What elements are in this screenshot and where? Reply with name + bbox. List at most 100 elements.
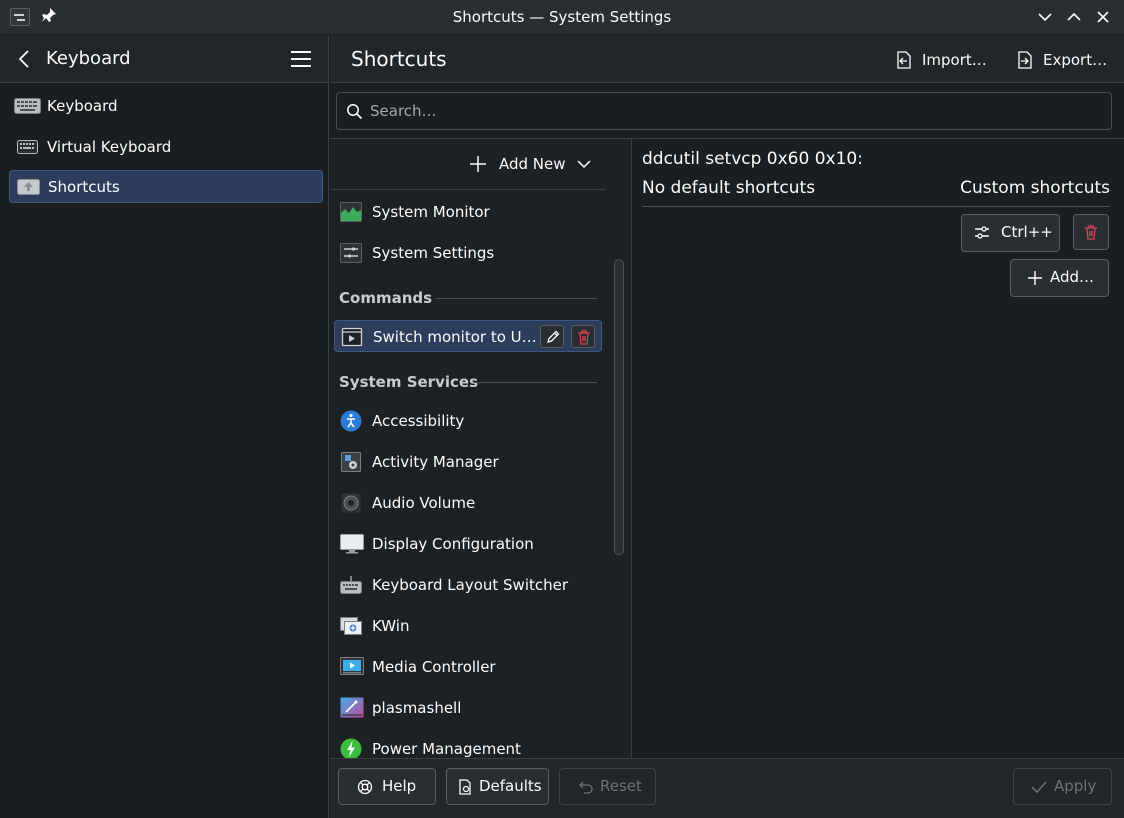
chevron-down-icon — [577, 160, 591, 169]
back-arrow-icon[interactable] — [14, 48, 36, 70]
section-header-commands: Commands — [339, 287, 597, 309]
apply-label: Apply — [1054, 777, 1097, 795]
list-item-label: KWin — [372, 617, 410, 635]
list-item-label: Switch monitor to U… — [373, 328, 537, 346]
plus-icon — [1028, 271, 1042, 285]
list-item-label: Media Controller — [372, 658, 496, 676]
reset-button[interactable]: Reset — [559, 768, 656, 805]
sidebar-title: Keyboard — [46, 48, 131, 69]
list-item-system-settings[interactable]: System Settings — [334, 237, 602, 269]
list-item-label: plasmashell — [372, 699, 462, 717]
plus-icon — [470, 156, 486, 172]
keyboard-layout-icon — [340, 574, 362, 596]
edit-command-button[interactable] — [540, 325, 564, 348]
sidebar: Keyboard Keyboard Virtual Keyboard Short… — [0, 35, 329, 818]
search-input[interactable] — [370, 93, 1090, 129]
media-controller-icon — [340, 656, 364, 678]
remove-shortcut-button[interactable] — [1073, 214, 1109, 250]
add-new-label: Add New — [499, 155, 566, 173]
list-item-label: Audio Volume — [372, 494, 476, 512]
shortcut-label: Ctrl++ — [1001, 223, 1053, 241]
sidebar-item-label: Shortcuts — [48, 178, 120, 196]
accessibility-icon — [340, 410, 362, 432]
undo-icon — [579, 781, 593, 794]
window-title: Shortcuts — System Settings — [452, 8, 672, 26]
section-title: Commands — [339, 289, 433, 307]
sidebar-item-shortcuts[interactable]: Shortcuts — [9, 170, 323, 203]
add-shortcut-button[interactable]: Add… — [1010, 259, 1109, 297]
list-item-accessibility[interactable]: Accessibility — [334, 405, 602, 437]
list-item-media-controller[interactable]: Media Controller — [334, 651, 602, 683]
details-divider — [642, 206, 1110, 207]
sidebar-item-virtual-keyboard[interactable]: Virtual Keyboard — [9, 131, 323, 164]
component-list[interactable]: System Monitor System Settings Commands … — [330, 190, 606, 758]
list-item-kwin[interactable]: KWin — [334, 610, 602, 642]
trash-icon — [1085, 225, 1097, 240]
shortcut-ctrl-plus-button[interactable]: Ctrl++ — [961, 214, 1060, 252]
import-label: Import… — [922, 51, 987, 69]
sidebar-item-label: Virtual Keyboard — [47, 138, 172, 156]
add-new-button[interactable]: Add New — [469, 150, 595, 178]
section-divider — [473, 382, 597, 383]
page-header: Shortcuts Import… Export… — [330, 35, 1124, 83]
plasmashell-icon — [340, 697, 364, 719]
list-scrollbar[interactable] — [614, 259, 624, 555]
search-field[interactable] — [336, 92, 1112, 130]
shortcuts-icon — [15, 178, 42, 196]
help-label: Help — [382, 777, 417, 795]
help-lifebuoy-icon — [357, 779, 373, 795]
section-title: System Services — [339, 373, 478, 391]
list-item-activity-manager[interactable]: Activity Manager — [334, 446, 602, 478]
pencil-icon — [547, 330, 560, 343]
import-button[interactable]: Import… — [894, 47, 994, 73]
list-item-power-management[interactable]: Power Management — [334, 733, 602, 758]
list-item-display-configuration[interactable]: Display Configuration — [334, 528, 602, 560]
custom-shortcuts-label: Custom shortcuts — [960, 178, 1110, 198]
add-shortcut-label: Add… — [1050, 268, 1095, 286]
maximize-icon[interactable] — [1064, 7, 1084, 27]
sidebar-header: Keyboard — [0, 35, 328, 83]
activity-manager-icon — [340, 451, 362, 473]
close-icon[interactable] — [1093, 7, 1113, 27]
defaults-button[interactable]: Defaults — [446, 768, 549, 805]
export-icon — [1018, 51, 1032, 69]
list-item-system-monitor[interactable]: System Monitor — [334, 196, 602, 228]
trash-icon — [578, 330, 590, 345]
command-icon — [341, 326, 363, 348]
list-item-label: Keyboard Layout Switcher — [372, 576, 569, 594]
power-management-icon — [340, 738, 362, 758]
minimize-icon[interactable] — [1035, 7, 1055, 27]
section-header-system-services: System Services — [339, 371, 597, 393]
list-item-label: System Monitor — [372, 203, 490, 221]
search-icon — [347, 104, 363, 120]
import-icon — [897, 51, 911, 69]
list-item-label: Activity Manager — [372, 453, 499, 471]
delete-command-button[interactable] — [571, 325, 595, 348]
system-monitor-icon — [340, 201, 362, 223]
configure-icon — [975, 226, 989, 239]
list-item-label: Accessibility — [372, 412, 465, 430]
page-title: Shortcuts — [351, 47, 447, 71]
hamburger-menu-icon[interactable] — [289, 48, 313, 70]
export-label: Export… — [1043, 51, 1108, 69]
keyboard-icon — [14, 97, 41, 115]
checkmark-icon — [1031, 781, 1047, 794]
list-item-command[interactable]: Switch monitor to U… — [334, 320, 602, 352]
list-item-label: Power Management — [372, 740, 521, 758]
title-bar: Shortcuts — System Settings — [0, 0, 1124, 35]
apply-button[interactable]: Apply — [1013, 768, 1112, 805]
kwin-icon — [340, 615, 362, 637]
display-icon — [340, 533, 364, 555]
list-item-plasmashell[interactable]: plasmashell — [334, 692, 602, 724]
list-item-label: Display Configuration — [372, 535, 534, 553]
export-button[interactable]: Export… — [1015, 47, 1115, 73]
list-item-audio-volume[interactable]: Audio Volume — [334, 487, 602, 519]
sidebar-item-label: Keyboard — [47, 97, 118, 115]
sidebar-item-keyboard[interactable]: Keyboard — [9, 90, 323, 123]
default-shortcuts-label: No default shortcuts — [642, 178, 816, 198]
system-settings-icon — [340, 242, 362, 264]
defaults-label: Defaults — [479, 777, 542, 795]
audio-volume-icon — [340, 492, 362, 514]
list-item-keyboard-layout-switcher[interactable]: Keyboard Layout Switcher — [334, 569, 602, 601]
help-button[interactable]: Help — [338, 768, 436, 805]
